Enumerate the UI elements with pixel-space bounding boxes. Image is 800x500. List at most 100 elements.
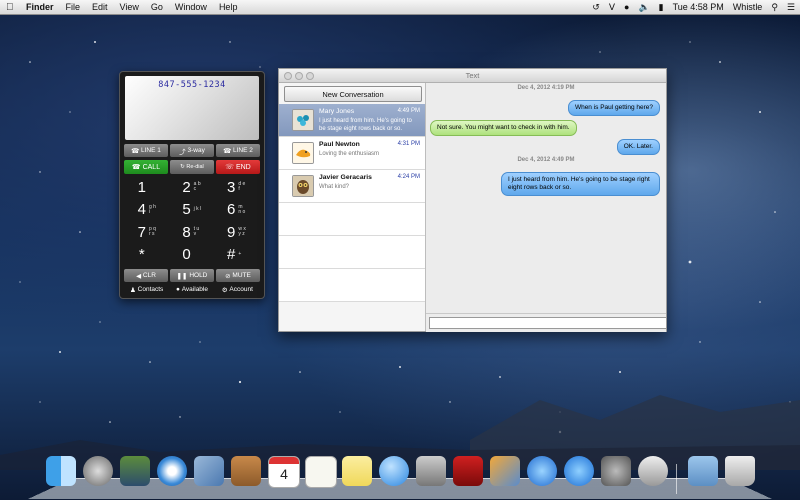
facetime-icon[interactable] [416, 456, 446, 486]
contacts-icon[interactable] [231, 456, 261, 486]
message-bubble-outgoing: When is Paul getting here? [567, 100, 660, 116]
clear-button[interactable]: ◀ CLR [124, 269, 168, 282]
key-digit: 2 [182, 178, 191, 196]
key-letters: m n o [238, 203, 246, 215]
key-7[interactable]: 7p q r s [125, 221, 170, 244]
new-conversation-button[interactable]: New Conversation [284, 86, 422, 102]
phone-dialer: 847-555-1234 ☎ LINE 1 ⤴ 3-way ☎ LINE 2 ☎… [119, 71, 265, 299]
conversation-preview: I just heard from him. He's going to be … [319, 118, 412, 132]
redial-button[interactable]: ↻ Re-dial [170, 160, 214, 174]
key-2[interactable]: 2a b c [170, 176, 215, 199]
key-digit: 9 [226, 223, 236, 241]
whistle-icon[interactable] [638, 456, 668, 486]
apple-menu-icon[interactable]:  [6, 2, 18, 13]
notes-icon[interactable] [342, 456, 372, 486]
wifi-icon[interactable]: ● [624, 2, 629, 12]
contact-name: Paul Newton [319, 141, 360, 148]
key-1[interactable]: 1 [125, 176, 170, 199]
key-digit: * [138, 246, 145, 264]
account-label: Account [229, 286, 253, 293]
key-digit: 5 [182, 201, 191, 219]
menu-window[interactable]: Window [175, 2, 207, 12]
finder-icon[interactable] [46, 456, 76, 486]
iphoto-icon[interactable] [490, 456, 520, 486]
conversation-preview: What kind? [319, 184, 350, 190]
photo-booth-icon[interactable] [453, 456, 483, 486]
key-9[interactable]: 9w x y z [214, 221, 259, 244]
contacts-link[interactable]: ♟ Contacts [124, 284, 169, 295]
hold-button[interactable]: ❚❚ HOLD [170, 269, 214, 282]
message-input[interactable] [429, 317, 667, 329]
conversation-item-paul-newton[interactable]: Paul Newton 4:31 PM Loving the enthusias… [279, 137, 425, 170]
conversation-time: 4:24 PM [397, 174, 420, 180]
call-button[interactable]: ☎ CALL [124, 160, 168, 174]
key-3[interactable]: 3d e f [214, 176, 259, 199]
menu-user[interactable]: Whistle [733, 2, 763, 12]
system-preferences-icon[interactable] [601, 456, 631, 486]
hold-label: HOLD [189, 272, 208, 279]
time-machine-icon[interactable]: ↺ [592, 2, 600, 13]
account-link[interactable]: ⚙ Account [215, 284, 260, 295]
messages-icon[interactable] [379, 456, 409, 486]
launchpad-icon[interactable] [83, 456, 113, 486]
end-call-button[interactable]: ☏ END [216, 160, 260, 174]
timestamp: Dec 4, 2012 4:49 PM [517, 157, 575, 163]
conversation-preview: Loving the enthusiasm [319, 151, 380, 157]
key-star[interactable]: * [125, 244, 170, 267]
mission-control-icon[interactable] [120, 456, 150, 486]
menu-help[interactable]: Help [219, 2, 238, 12]
avatar [292, 175, 314, 197]
spotlight-icon[interactable]: ⚲ [771, 2, 778, 13]
conversation-item-mary-jones[interactable]: Mary Jones 4:49 PM I just heard from him… [279, 104, 425, 137]
mute-label: MUTE [232, 272, 251, 279]
conversation-time: 4:49 PM [397, 108, 420, 114]
threeway-button[interactable]: ⤴ 3-way [170, 144, 214, 157]
notification-center-icon[interactable]: ☰ [787, 2, 795, 13]
downloads-icon[interactable] [688, 456, 718, 486]
window-title: Text [465, 71, 480, 80]
menu-go[interactable]: Go [151, 2, 163, 12]
menu-edit[interactable]: Edit [92, 2, 108, 12]
key-5[interactable]: 5j k l [170, 199, 215, 222]
threeway-label: 3-way [187, 147, 205, 154]
key-letters: + [238, 251, 242, 258]
message-composer [426, 313, 667, 332]
availability-link[interactable]: ● Available [169, 284, 214, 295]
phone-call-icon: ☎ [131, 164, 143, 171]
mute-button[interactable]: ⊘ MUTE [216, 269, 260, 282]
key-hash[interactable]: # + [214, 244, 259, 267]
itunes-icon[interactable] [527, 456, 557, 486]
line1-label: LINE 1 [141, 147, 161, 154]
window-titlebar[interactable]: Text [279, 69, 666, 83]
safari-icon[interactable] [157, 456, 187, 486]
line2-button[interactable]: ☎ LINE 2 [216, 144, 260, 157]
trash-icon[interactable] [725, 456, 755, 486]
contact-name: Javier Geracaris [319, 174, 372, 181]
menu-view[interactable]: View [120, 2, 139, 12]
bluetooth-icon[interactable]: ᐯ [609, 2, 615, 13]
volume-icon[interactable]: 🔈 [638, 2, 649, 13]
key-4[interactable]: 4g h i [125, 199, 170, 222]
zoom-window-button[interactable] [306, 72, 314, 80]
key-0[interactable]: 0 [170, 244, 215, 267]
calendar-day: 4 [280, 466, 288, 482]
key-digit: 3 [226, 178, 236, 196]
message-bubble-outgoing: I just heard from him. He's going to be … [501, 172, 660, 196]
key-letters: t u v [193, 226, 200, 238]
minimize-window-button[interactable] [295, 72, 303, 80]
calendar-icon[interactable]: 4 [268, 456, 300, 488]
line1-button[interactable]: ☎ LINE 1 [124, 144, 168, 157]
key-6[interactable]: 6m n o [214, 199, 259, 222]
key-digit: # [226, 246, 236, 264]
reminders-icon[interactable] [305, 456, 337, 488]
menu-clock[interactable]: Tue 4:58 PM [673, 2, 724, 12]
menu-app-name[interactable]: Finder [26, 2, 54, 12]
mail-icon[interactable] [194, 456, 224, 486]
app-store-icon[interactable] [564, 456, 594, 486]
keypad: 1 2a b c 3d e f 4g h i 5j k l 6m n o 7p … [125, 176, 259, 266]
key-8[interactable]: 8t u v [170, 221, 215, 244]
menu-file[interactable]: File [66, 2, 81, 12]
battery-icon[interactable]: ▮ [659, 2, 664, 13]
conversation-item-javier-geracaris[interactable]: Javier Geracaris 4:24 PM What kind? [279, 170, 425, 203]
close-window-button[interactable] [284, 72, 292, 80]
